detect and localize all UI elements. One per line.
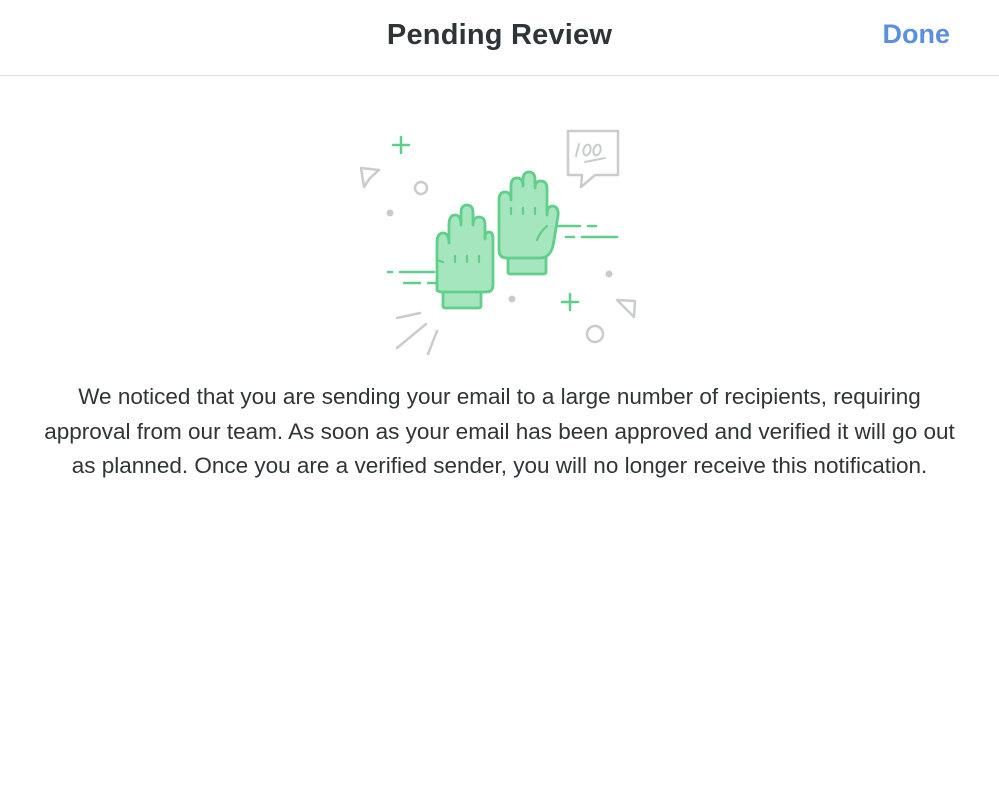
speech-bubble-100-icon (566, 129, 620, 189)
confetti-icon (359, 166, 381, 189)
navigation-bar: Pending Review Done (0, 0, 999, 76)
high-five-hands-icon (359, 129, 637, 356)
confetti-icon (615, 298, 637, 319)
circle-decor-icon (585, 324, 605, 344)
done-button[interactable]: Done (883, 19, 951, 50)
page-title: Pending Review (386, 19, 613, 51)
plus-sparkle-icon (560, 292, 580, 312)
plus-sparkle-icon (391, 135, 411, 155)
left-hand-icon (435, 203, 495, 310)
right-hand-icon (497, 170, 560, 276)
circle-decor-icon (413, 180, 429, 196)
pending-review-screen: Pending Review Done We noticed that you … (0, 0, 999, 791)
review-message: We noticed that you are sending your ema… (44, 384, 955, 478)
